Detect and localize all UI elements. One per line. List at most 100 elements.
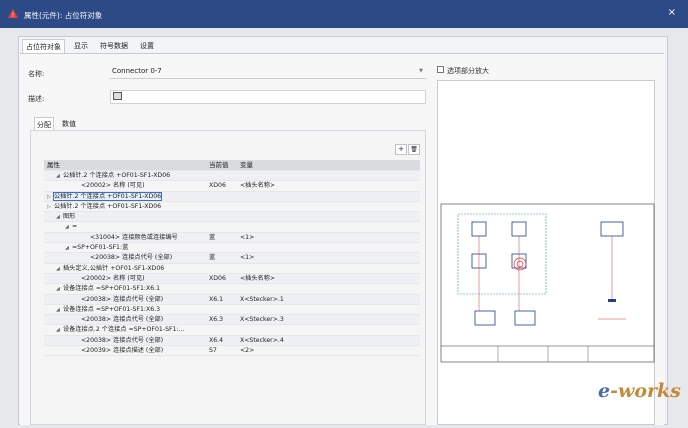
property-text: 图形	[63, 213, 76, 221]
expand-toggle-icon[interactable]: ◢	[56, 264, 63, 274]
cell-property[interactable]: <20038> 连接点代号 (全部)	[44, 336, 208, 346]
table-row[interactable]: <20038> 连接点代号 (全部) X6.3 X<Stecker>.3	[44, 315, 420, 326]
table-row[interactable]: ◢ 设备连接点 =SP+OF01-SF1:X6.3	[44, 305, 420, 316]
cell-property[interactable]: ◢ 设备连接点 =SP+OF01-SF1:X6.1	[44, 284, 208, 294]
cell-variable[interactable]: <1>	[240, 253, 420, 263]
zoom-label: 选项部分放大	[447, 67, 489, 75]
expand-toggle-icon[interactable]: ▷	[47, 192, 54, 202]
table-row[interactable]: ◢ =SP+OF01-SF1:蓝	[44, 243, 420, 254]
cell-property[interactable]: ◢ 插头定义,公插针 +OF01-SF1-XD06	[44, 264, 208, 274]
tab-bar: 占位符对象 显示 符号数据 设置	[22, 39, 157, 53]
cell-variable[interactable]: X<Stecker>.1	[240, 295, 420, 305]
cell-variable[interactable]: X<Stecker>.4	[240, 336, 420, 346]
tab-symbol-data[interactable]: 符号数据	[97, 39, 131, 53]
property-text: =SP+OF01-SF1:蓝	[72, 244, 129, 252]
table-row[interactable]: ▷ 公插针.2 个连接点 +OF01-SF1-XD06	[44, 202, 420, 213]
name-label: 名称:	[28, 70, 45, 78]
cell-property[interactable]: ◢ 设备连接点 =SP+OF01-SF1:X6.3	[44, 305, 208, 315]
property-text: <31004> 连接颜色或连接编号	[90, 233, 178, 241]
tab-settings[interactable]: 设置	[137, 39, 157, 53]
table-row[interactable]: <20038> 连接点代号 (全部) X6.1 X<Stecker>.1	[44, 294, 420, 305]
cell-property[interactable]: <20038> 连接点代号 (全部)	[44, 295, 208, 305]
warning-icon: !	[8, 9, 18, 18]
language-icon[interactable]	[113, 92, 122, 100]
cell-current-value[interactable]: X6.3	[209, 315, 239, 325]
table-row[interactable]: <20038> 连接点代号 (全部) 蓝 <1>	[44, 253, 420, 264]
table-row[interactable]: ◢ 公插针.2 个连接点 +OF01-SF1-XD06	[44, 171, 420, 182]
expand-toggle-icon[interactable]: ◢	[65, 243, 72, 253]
chevron-down-icon[interactable]: ▼	[419, 68, 423, 74]
cell-property[interactable]: ◢ 公插针.2 个连接点 +OF01-SF1-XD06	[44, 171, 208, 181]
cell-variable[interactable]: <1>	[240, 233, 420, 243]
property-text: 设备连接点.2 个连接点 =SP+OF01-SF1:...	[63, 326, 185, 334]
expand-toggle-icon[interactable]: ▷	[47, 202, 54, 212]
table-row[interactable]: ▷ 公插针.2 个连接点 +OF01-SF1-XD06	[44, 191, 420, 202]
cell-property[interactable]: <31004> 连接颜色或连接编号	[44, 233, 208, 243]
cell-property[interactable]: <20038> 连接点代号 (全部)	[44, 315, 208, 325]
property-text: <20002> 名称 (可见)	[81, 182, 145, 190]
desc-label: 描述:	[28, 95, 45, 103]
table-row[interactable]: ◢ 设备连接点 =SP+OF01-SF1:X6.1	[44, 284, 420, 295]
close-icon[interactable]: ×	[668, 7, 676, 18]
cell-property[interactable]: ◢ =	[44, 222, 208, 232]
table-row[interactable]: ◢ =	[44, 222, 420, 233]
table-row[interactable]: ◢ 插头定义,公插针 +OF01-SF1-XD06	[44, 264, 420, 274]
cell-property[interactable]: ▷ 公插针.2 个连接点 +OF01-SF1-XD06	[44, 202, 208, 212]
cell-property[interactable]: <20002> 名称 (可见)	[44, 181, 208, 191]
desc-field[interactable]	[110, 90, 426, 104]
cell-current-value[interactable]: XD06	[209, 274, 239, 284]
zoom-checkbox[interactable]	[437, 66, 444, 73]
window-title: 属性(元件): 占位符对象	[24, 11, 103, 20]
expand-toggle-icon[interactable]: ◢	[56, 171, 63, 181]
table-row[interactable]: ◢ 设备连接点.2 个连接点 =SP+OF01-SF1:...	[44, 325, 420, 336]
property-text: <20038> 连接点代号 (全部)	[90, 254, 173, 262]
tab-display[interactable]: 显示	[71, 39, 91, 53]
table-row[interactable]: ◢ 图形	[44, 212, 420, 223]
add-button[interactable]: +	[395, 144, 407, 155]
header-current-value[interactable]: 当前值	[209, 160, 239, 170]
cell-property[interactable]: ◢ 设备连接点.2 个连接点 =SP+OF01-SF1:...	[44, 325, 208, 335]
table-row[interactable]: <20002> 名称 (可见) XD06 <插头名称>	[44, 181, 420, 192]
cell-property[interactable]: <20039> 连接点描述 (全部)	[44, 346, 208, 356]
table-row[interactable]: <20002> 名称 (可见) XD06 <插头名称>	[44, 273, 420, 285]
property-text: 插头定义,公插针 +OF01-SF1-XD06	[63, 264, 165, 272]
cell-property[interactable]: ◢ =SP+OF01-SF1:蓝	[44, 243, 208, 253]
grid-header: 属性 当前值 变量	[44, 160, 420, 171]
cell-current-value[interactable]: S7	[209, 346, 239, 356]
table-row[interactable]: <31004> 连接颜色或连接编号 蓝 <1>	[44, 232, 420, 244]
cell-property[interactable]: ▷ 公插针.2 个连接点 +OF01-SF1-XD06	[44, 191, 208, 202]
header-variable[interactable]: 变量	[240, 160, 420, 170]
expand-toggle-icon[interactable]: ◢	[65, 222, 72, 232]
expand-toggle-icon[interactable]: ◢	[56, 284, 63, 294]
expand-toggle-icon[interactable]: ◢	[56, 212, 63, 222]
eworks-watermark-logo: e-works	[598, 380, 681, 402]
property-text: <20038> 连接点代号 (全部)	[81, 295, 164, 303]
expand-toggle-icon[interactable]: ◢	[56, 325, 63, 335]
cell-variable[interactable]: <插头名称>	[240, 181, 420, 191]
cell-current-value[interactable]: XD06	[209, 181, 239, 191]
name-field[interactable]: Connector 0-7 ▼	[110, 65, 426, 79]
cell-current-value[interactable]: 蓝	[209, 253, 239, 263]
cell-variable[interactable]: X<Stecker>.3	[240, 315, 420, 325]
header-property[interactable]: 属性	[44, 160, 208, 170]
table-row[interactable]: <20039> 连接点描述 (全部) S7 <2>	[44, 346, 420, 357]
table-row[interactable]: <20038> 连接点代号 (全部) X6.4 X<Stecker>.4	[44, 335, 420, 347]
cell-variable[interactable]: <插头名称>	[240, 274, 420, 284]
cell-current-value[interactable]: 蓝	[209, 233, 239, 243]
preview-panel	[437, 80, 655, 425]
svg-text:!: !	[12, 12, 14, 18]
cell-variable[interactable]: <2>	[240, 346, 420, 356]
property-text: 公插针.2 个连接点 +OF01-SF1-XD06	[54, 202, 162, 210]
cell-property[interactable]: ◢ 图形	[44, 212, 208, 222]
cell-current-value[interactable]: X6.4	[209, 336, 239, 346]
title-bar: ! 属性(元件): 占位符对象 ×	[0, 0, 688, 28]
property-text: <20039> 连接点描述 (全部)	[81, 347, 164, 355]
expand-toggle-icon[interactable]: ◢	[56, 305, 63, 315]
cell-current-value[interactable]: X6.1	[209, 295, 239, 305]
tab-placeholder-object[interactable]: 占位符对象	[22, 39, 65, 53]
cell-property[interactable]: <20002> 名称 (可见)	[44, 274, 208, 284]
delete-button[interactable]: 🗑	[408, 144, 420, 155]
cell-property[interactable]: <20038> 连接点代号 (全部)	[44, 253, 208, 263]
property-text: 公插针.2 个连接点 +OF01-SF1-XD06	[52, 191, 163, 201]
property-text: <20038> 连接点代号 (全部)	[81, 316, 164, 324]
